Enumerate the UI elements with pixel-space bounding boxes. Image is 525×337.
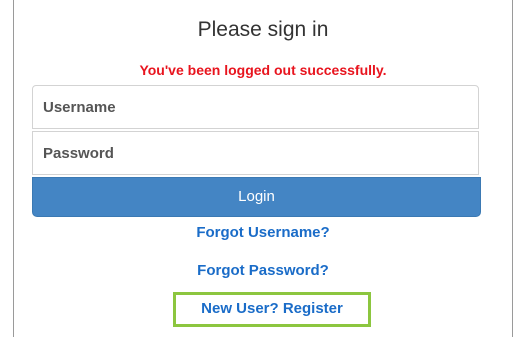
panel-left-border — [13, 0, 14, 337]
page-title: Please sign in — [197, 18, 329, 41]
sign-in-panel: Please sign in You've been logged out su… — [0, 0, 525, 337]
username-input[interactable] — [32, 85, 479, 129]
logout-status-message: You've been logged out successfully. — [139, 62, 387, 78]
panel-right-border — [512, 0, 513, 337]
forgot-password-link[interactable]: Forgot Password? — [14, 262, 512, 279]
login-button[interactable]: Login — [32, 177, 481, 217]
password-input[interactable] — [32, 131, 479, 175]
register-link[interactable]: New User? Register — [173, 300, 371, 317]
forgot-username-link[interactable]: Forgot Username? — [14, 224, 512, 241]
